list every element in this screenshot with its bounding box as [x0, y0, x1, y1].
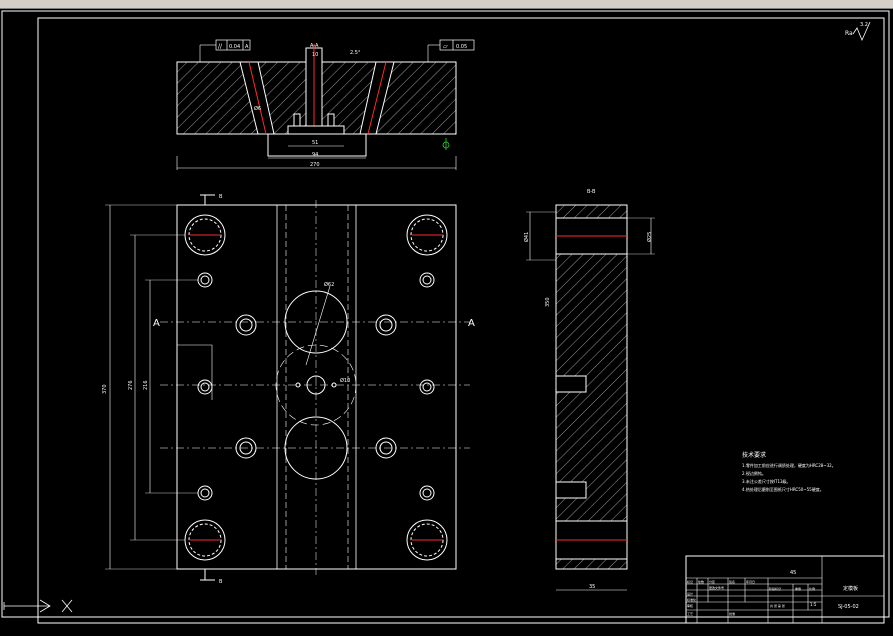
help-icon[interactable] — [590, 0, 600, 7]
title-cell-9: 批准 — [729, 611, 735, 616]
plan-view: Ø62 Ø10 B B A A 370 276 216 — [102, 194, 475, 585]
cursor-cross-icon — [61, 599, 73, 613]
tol-left-datum: A — [245, 44, 249, 50]
zoom-icon[interactable] — [268, 0, 278, 7]
open-icon[interactable] — [4, 0, 14, 7]
title-cell-2: 分区 — [709, 579, 715, 584]
angle-note: 2.5° — [350, 50, 361, 56]
roughness-symbol: Ra 3.2 — [845, 21, 871, 42]
status-bar — [0, 628, 160, 632]
dim-circle: Ø62 — [324, 281, 334, 288]
dim-left: Ø41 — [523, 232, 530, 242]
side-section-view: B-B Ø41 Ø25 350 35 — [523, 189, 655, 591]
hole-dim: Ø6 — [254, 105, 261, 112]
section-bb-label: B-B — [587, 189, 596, 195]
notes-line-2: 2.锐边倒钝。 — [742, 470, 766, 476]
notes-title: 技术要求 — [742, 451, 766, 459]
copy-icon[interactable] — [82, 0, 92, 7]
tol-left-value: 0.04 — [229, 44, 240, 50]
dim-overall: 370 — [102, 384, 108, 394]
inner-frame — [37, 17, 885, 624]
datum-marker-icon — [442, 138, 450, 150]
title-cell-12: 重量 — [795, 586, 801, 591]
tol-right-symbol: ▱ — [443, 43, 448, 50]
dim-mid1: 276 — [128, 380, 134, 390]
layer-icon[interactable] — [468, 0, 478, 7]
title-scale: 1:5 — [810, 602, 817, 607]
cut-a-right: A — [468, 318, 475, 329]
undo-icon[interactable] — [150, 0, 160, 7]
roughness-prefix: Ra — [845, 30, 853, 37]
tol-left-symbol: // — [218, 43, 223, 50]
roughness-value: 3.2 — [860, 22, 868, 28]
title-cell-7: 审核 — [687, 603, 693, 608]
cut-a-left: A — [153, 318, 160, 329]
title-cell-6: 设计 — [687, 591, 693, 596]
pan-icon[interactable] — [196, 0, 206, 7]
title-drawing-no: SJ-05-02 — [838, 604, 859, 610]
title-cell-14: 共 张 第 张 — [770, 603, 785, 608]
dim-total: 270 — [310, 162, 320, 168]
match-icon[interactable] — [516, 0, 526, 7]
redo-icon[interactable] — [174, 0, 184, 7]
title-cell-1: 处数 — [698, 579, 704, 584]
dim-top-small: 10 — [312, 52, 318, 58]
properties-icon[interactable] — [350, 0, 360, 7]
notes-line-1: 1.零件加工前应进行调质处理，硬度为HRC28~32。 — [742, 462, 836, 468]
title-cell-13: 比例 — [809, 586, 815, 591]
title-cell-0: 标记 — [687, 579, 693, 584]
title-part-name: 定模板 — [843, 585, 858, 592]
title-cell-11: 阶段标记 — [769, 586, 781, 591]
ucs-icon — [3, 599, 51, 613]
layer-state-icon[interactable] — [634, 0, 644, 7]
cut-icon[interactable] — [66, 0, 76, 7]
bulb-icon[interactable] — [708, 0, 718, 7]
save-icon[interactable] — [20, 0, 30, 7]
title-material: 45 — [790, 570, 796, 576]
top-section-view: 270 94 51 A-A 10 2.5° Ø6 // 0.04 A ▱ 0.0… — [176, 39, 475, 170]
dim-small: Ø10 — [340, 377, 350, 384]
title-block: 45 定模板 SJ-05-02 1:5 标记 处数 分区 更改文件号 签名 年月… — [685, 555, 885, 624]
tol-right-value: 0.05 — [456, 44, 467, 50]
dim-right: Ø25 — [646, 232, 653, 242]
notes-line-3: 3.未注公差尺寸按IT13级。 — [742, 478, 791, 484]
title-cell-3: 更改文件号 — [709, 585, 724, 590]
cut-b-top: B — [219, 194, 223, 200]
dim-mid: 350 — [545, 297, 551, 307]
dim-bottom: 35 — [589, 584, 595, 590]
technical-notes: 技术要求 1.零件加工前应进行调质处理，硬度为HRC28~32。 2.锐边倒钝。… — [742, 451, 836, 492]
dim-slot: 51 — [312, 140, 318, 146]
print-icon[interactable] — [36, 0, 46, 7]
dim-inner: 94 — [312, 152, 318, 158]
title-cell-8: 工艺 — [687, 611, 693, 616]
dim-mid2: 216 — [143, 380, 149, 390]
title-cell-10: 标准化 — [687, 597, 696, 602]
drawing-canvas[interactable]: Ra 3.2 270 94 51 A-A 10 2.5° Ø6 // 0.04 … — [0, 8, 893, 632]
sun-icon[interactable] — [720, 0, 730, 7]
title-cell-5: 年月日 — [746, 579, 755, 584]
cut-b-bottom: B — [219, 579, 223, 585]
paste-icon[interactable] — [98, 0, 108, 7]
title-cell-4: 签名 — [729, 579, 735, 584]
section-aa-label: A-A — [310, 43, 319, 49]
notes-line-4: 4.热处理后磨削至图纸尺寸HRC50~55硬度。 — [742, 486, 824, 492]
